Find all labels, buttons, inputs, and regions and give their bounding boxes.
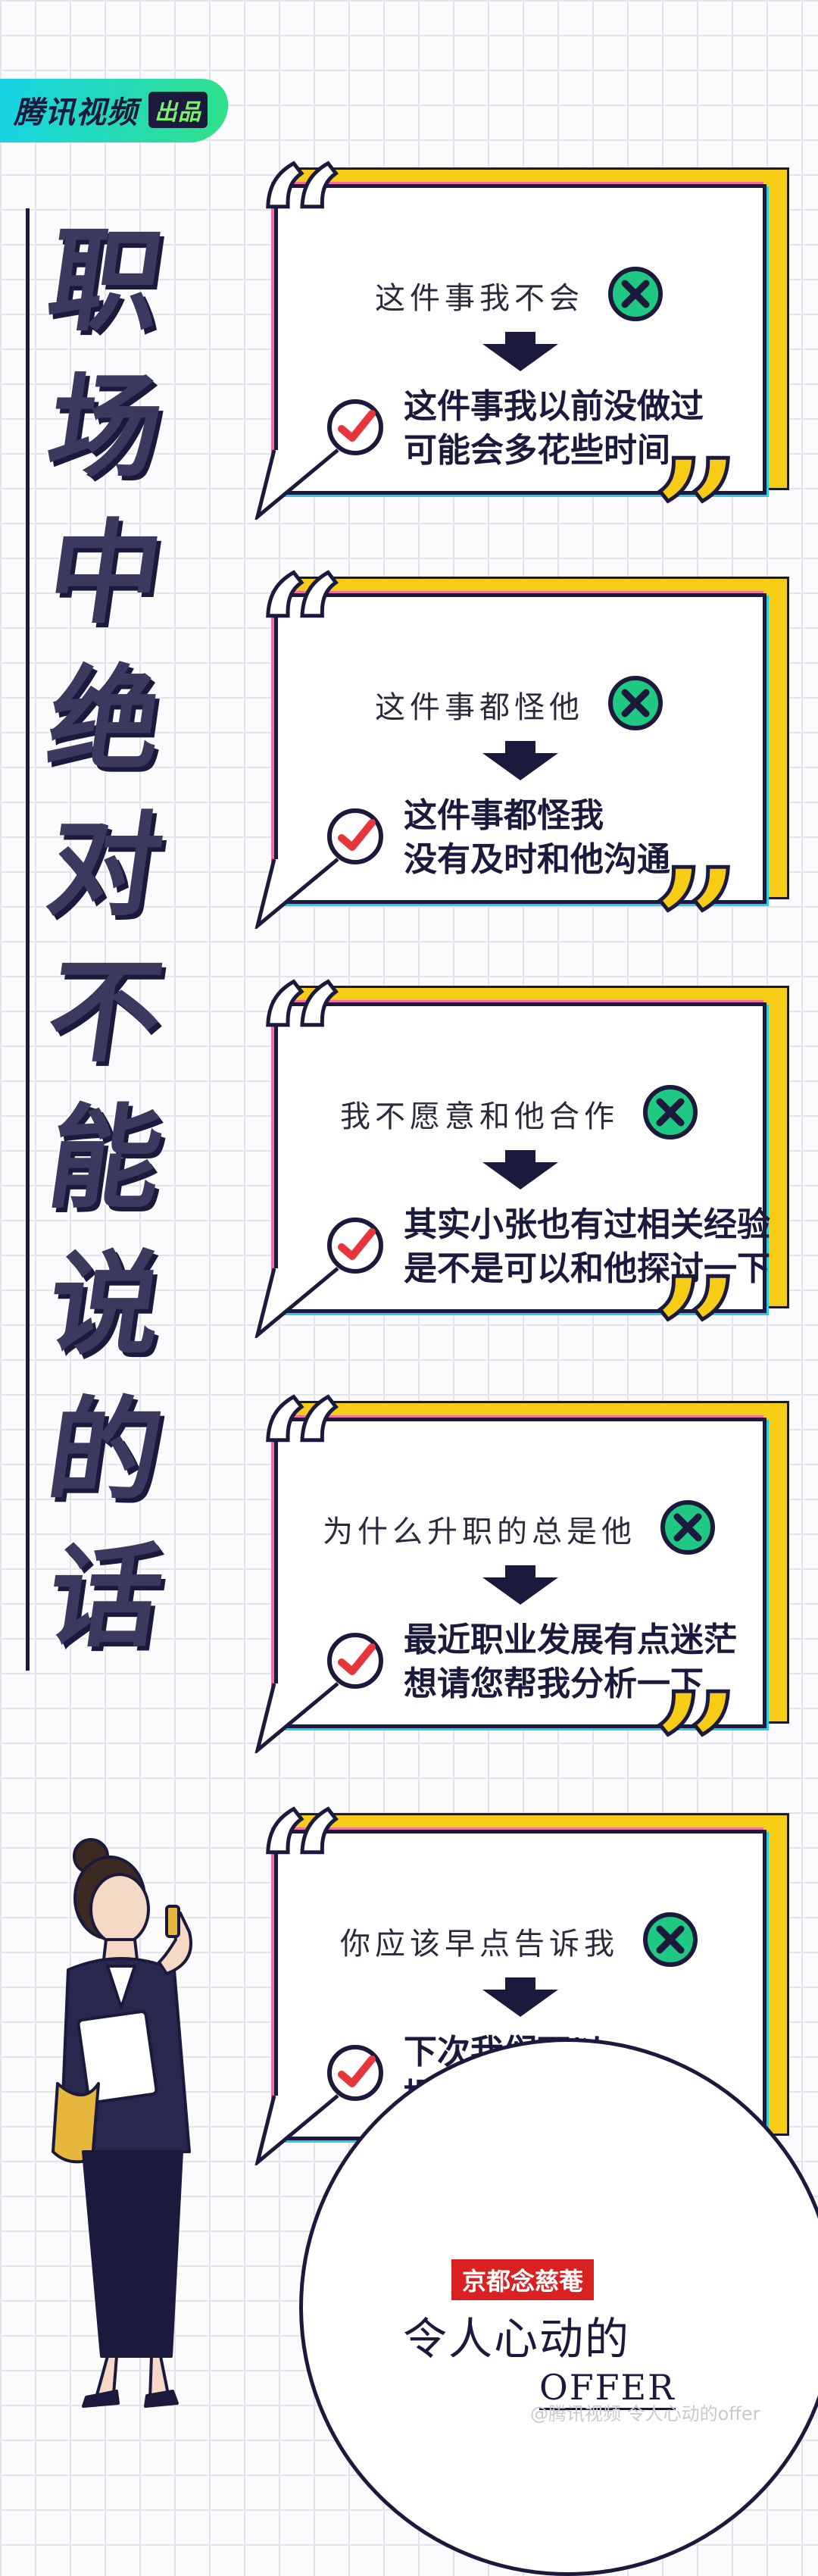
right-phrase-line: 这件事我以前没做过 [404,387,704,426]
quote-open-icon: “ [256,964,370,1119]
right-phrase-line: 没有及时和他沟通 [404,840,670,879]
bubble-tail [254,449,339,520]
businesswoman-illustration [52,1838,192,2408]
cross-icon [640,1082,701,1146]
cross-icon [657,1497,718,1561]
wrong-phrase: 这件事都怪他 [375,690,584,725]
brand-name: 腾讯视频 [14,95,138,130]
quote-open-icon: “ [256,145,370,301]
cross-icon [605,264,666,327]
wrong-phrase-row: 为什么升职的总是他 [278,1497,763,1561]
right-phrase-line: 其实小张也有过相关经验 [404,1205,770,1244]
wrong-phrase: 你应该早点告诉我 [340,1927,619,1962]
arrow-down-icon [278,741,763,780]
title-char: 对 [39,801,171,931]
wrong-phrase-row: 你应该早点告诉我 [278,1909,763,1973]
title-char: 的 [39,1386,171,1516]
quote-close-icon: ” [651,836,742,1014]
sponsor-tag: 京都念慈菴 [451,2259,595,2300]
arrow-down-icon [278,332,763,371]
quote-close-icon: ” [651,1660,742,1838]
title-char: 能 [39,1093,171,1224]
brand-tag: 出品 [148,92,208,128]
right-phrase-line: 这件事都怪我 [404,796,604,835]
wrong-phrase: 我不愿意和他合作 [340,1099,619,1134]
watermark: @腾讯视频 令人心动的offer [530,2403,760,2424]
arrow-down-icon [278,1565,763,1605]
right-phrase-line: 最近职业发展有点迷茫 [404,1621,737,1659]
bubble-tail [254,2094,339,2165]
wrong-phrase: 这件事我不会 [375,281,584,316]
wrong-phrase-row: 这件事都怪他 [278,673,763,736]
title-char: 场 [39,362,171,492]
brand-badge: 腾讯视频 出品 [14,88,208,132]
wrong-phrase-row: 我不愿意和他合作 [278,1082,763,1146]
title-char: 话 [39,1532,171,1662]
title-char: 说 [39,1240,171,1370]
cross-icon [605,673,666,736]
title-char: 绝 [39,655,171,785]
title-char: 职 [39,216,171,346]
bubble-tail [254,1682,339,1753]
wrong-phrase-row: 这件事我不会 [278,264,763,327]
bubble-tail [254,858,339,929]
page-title: 职 场 中 绝 对 不 能 说 的 话 [26,208,181,1671]
right-phrase: 这件事都怪我没有及时和他沟通 [404,794,670,882]
quote-close-icon: ” [651,427,742,605]
title-char: 中 [39,508,171,639]
wrong-phrase: 为什么升职的总是他 [323,1515,636,1549]
arrow-down-icon [278,1150,763,1190]
arrow-down-icon [278,1977,763,2017]
quote-open-icon: “ [256,1379,370,1534]
cross-icon [640,1909,701,1973]
quote-open-icon: “ [256,1791,370,1946]
bubble-tail [254,1267,339,1338]
quote-open-icon: “ [256,555,370,710]
title-char: 不 [39,947,171,1077]
quote-close-icon: ” [651,1245,742,1423]
show-title: 令人心动的 [403,2313,631,2365]
